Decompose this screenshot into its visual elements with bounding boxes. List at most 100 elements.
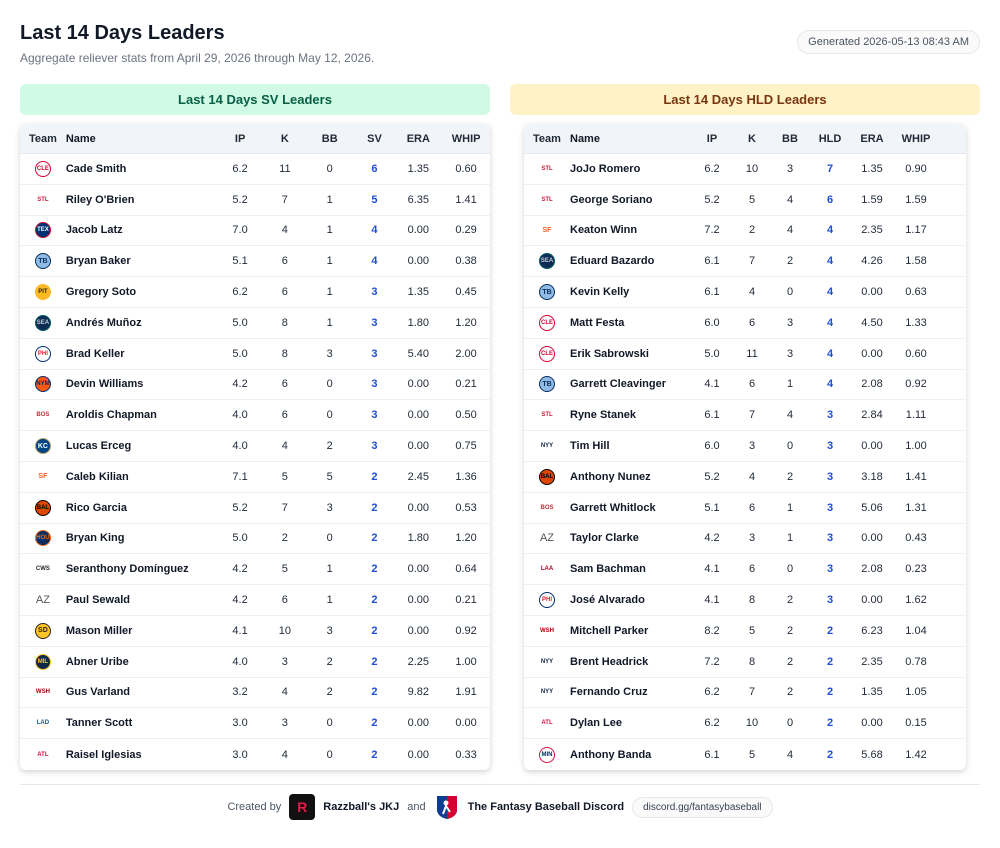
- col-header-bb[interactable]: BB: [770, 133, 810, 145]
- razzball-jkj-brand: Razzball's JKJ: [323, 801, 400, 813]
- table-row[interactable]: AZ Paul Sewald 4.2 6 1 2 0.00 0.21: [20, 585, 490, 616]
- table-row[interactable]: PHI José Alvarado 4.1 8 2 3 0.00 1.62: [524, 585, 966, 616]
- player-name: José Alvarado: [570, 594, 645, 607]
- ip-value: 5.2: [232, 501, 248, 514]
- table-row[interactable]: BOS Aroldis Chapman 4.0 6 0 3 0.00 0.50: [20, 400, 490, 432]
- team-logo-icon: NYM: [34, 376, 51, 393]
- table-row[interactable]: BOS Garrett Whitlock 5.1 6 1 3 5.06 1.31: [524, 493, 966, 524]
- table-row[interactable]: BAL Anthony Nunez 5.2 4 2 3 3.18 1.41: [524, 462, 966, 493]
- col-header-hld[interactable]: HLD: [810, 133, 850, 145]
- hld-value: 3: [826, 440, 834, 453]
- col-header-ip[interactable]: IP: [690, 133, 734, 145]
- bb-value: 2: [786, 255, 794, 268]
- table-row[interactable]: TB Kevin Kelly 6.1 4 0 4 0.00 0.63: [524, 277, 966, 308]
- hld-value: 4: [826, 378, 834, 391]
- table-row[interactable]: CLE Erik Sabrowski 5.0 11 3 4 0.00 0.60: [524, 339, 966, 370]
- col-header-era[interactable]: ERA: [394, 133, 442, 145]
- era-value: 0.00: [407, 748, 429, 761]
- team-cell: PHI: [20, 345, 66, 362]
- table-row[interactable]: ATL Raisel Iglesias 3.0 4 0 2 0.00 0.33: [20, 739, 490, 770]
- whip-value: 0.45: [455, 286, 477, 299]
- player-name: Keaton Winn: [570, 224, 638, 237]
- table-row[interactable]: STL Riley O'Brien 5.2 7 1 5 6.35 1.41: [20, 185, 490, 216]
- team-cell: NYY: [524, 684, 570, 701]
- era-value: 2.35: [861, 224, 883, 237]
- whip-value: 0.75: [455, 440, 477, 453]
- col-header-era[interactable]: ERA: [850, 133, 894, 145]
- k-value: 5: [748, 193, 756, 206]
- ip-value: 6.1: [704, 409, 720, 422]
- whip-value: 0.78: [905, 655, 927, 668]
- col-header-team[interactable]: Team: [20, 133, 66, 145]
- whip-value: 1.41: [455, 193, 477, 206]
- player-name: Raisel Iglesias: [65, 748, 142, 761]
- table-row[interactable]: NYY Brent Headrick 7.2 8 2 2 2.35 0.78: [524, 647, 966, 678]
- sv-leaders-table: Team Name IP K BB SV ERA WHIP CLE Cade Sm…: [20, 124, 490, 770]
- hld-value: 4: [826, 224, 834, 237]
- table-row[interactable]: TB Garrett Cleavinger 4.1 6 1 4 2.08 0.92: [524, 370, 966, 401]
- table-row[interactable]: TB Bryan Baker 5.1 6 1 4 0.00 0.38: [20, 246, 490, 278]
- bb-value: 3: [326, 501, 333, 514]
- team-cell: LAA: [524, 561, 570, 578]
- footer-divider: [20, 784, 980, 785]
- col-header-k[interactable]: K: [734, 133, 770, 145]
- table-row[interactable]: TEX Jacob Latz 7.0 4 1 4 0.00 0.29: [20, 216, 490, 247]
- era-value: 2.35: [861, 655, 883, 668]
- table-row[interactable]: STL George Soriano 5.2 5 4 6 1.59 1.59: [524, 185, 966, 216]
- discord-invite-link[interactable]: discord.gg/fantasybaseball: [632, 796, 773, 818]
- team-cell: NYY: [524, 653, 570, 670]
- bb-value: 4: [786, 748, 794, 761]
- table-row[interactable]: SF Keaton Winn 7.2 2 4 4 2.35 1.17: [524, 216, 966, 247]
- table-row[interactable]: WSH Mitchell Parker 8.2 5 2 2 6.23 1.04: [524, 616, 966, 647]
- table-row[interactable]: SF Caleb Kilian 7.1 5 5 2 2.45 1.36: [20, 462, 490, 493]
- table-row[interactable]: PHI Brad Keller 5.0 8 3 3 5.40 2.00: [20, 339, 490, 370]
- table-row[interactable]: NYY Fernando Cruz 6.2 7 2 2 1.35 1.05: [524, 678, 966, 709]
- table-row[interactable]: MIL Abner Uribe 4.0 3 2 2 2.25 1.00: [20, 647, 490, 678]
- bb-value: 5: [326, 470, 333, 483]
- table-row[interactable]: CWS Seranthony Domínguez 4.2 5 1 2 0.00 0.64: [20, 554, 490, 586]
- col-header-whip[interactable]: WHIP: [894, 133, 938, 145]
- table-row[interactable]: SEA Andrés Muñoz 5.0 8 1 3 1.80 1.20: [20, 308, 490, 339]
- team-cell: HOU: [20, 530, 66, 547]
- table-row[interactable]: CLE Matt Festa 6.0 6 3 4 4.50 1.33: [524, 308, 966, 339]
- table-row[interactable]: KC Lucas Erceg 4.0 4 2 3 0.00 0.75: [20, 431, 490, 462]
- col-header-k[interactable]: K: [265, 133, 305, 145]
- table-row[interactable]: SEA Eduard Bazardo 6.1 7 2 4 4.26 1.58: [524, 246, 966, 278]
- ip-value: 7.1: [232, 470, 248, 483]
- table-row[interactable]: AZ Taylor Clarke 4.2 3 1 3 0.00 0.43: [524, 524, 966, 555]
- k-value: 6: [748, 316, 756, 329]
- era-value: 0.00: [861, 717, 883, 730]
- table-row[interactable]: MIN Anthony Banda 6.1 5 4 2 5.68 1.42: [524, 739, 966, 770]
- table-row[interactable]: STL JoJo Romero 6.2 10 3 7 1.35 0.90: [524, 154, 966, 185]
- col-header-ip[interactable]: IP: [215, 133, 265, 145]
- player-name: Gregory Soto: [65, 286, 137, 299]
- table-row[interactable]: CLE Cade Smith 6.2 11 0 6 1.35 0.60: [20, 154, 490, 185]
- team-cell: KC: [20, 438, 66, 455]
- col-header-bb[interactable]: BB: [305, 133, 355, 145]
- sv-value: 4: [371, 255, 378, 268]
- col-header-whip[interactable]: WHIP: [442, 133, 490, 145]
- table-row[interactable]: PIT Gregory Soto 6.2 6 1 3 1.35 0.45: [20, 277, 490, 308]
- col-header-team[interactable]: Team: [524, 133, 570, 145]
- whip-value: 1.62: [905, 594, 927, 607]
- sv-value: 3: [371, 378, 378, 391]
- table-row[interactable]: WSH Gus Varland 3.2 4 2 2 9.82 1.91: [20, 678, 490, 709]
- table-row[interactable]: STL Ryne Stanek 6.1 7 4 3 2.84 1.11: [524, 400, 966, 432]
- table-row[interactable]: NYY Tim Hill 6.0 3 0 3 0.00 1.00: [524, 431, 966, 462]
- table-row[interactable]: ATL Dylan Lee 6.2 10 0 2 0.00 0.15: [524, 708, 966, 740]
- table-row[interactable]: SD Mason Miller 4.1 10 3 2 0.00 0.92: [20, 616, 490, 647]
- table-row[interactable]: HOU Bryan King 5.0 2 0 2 1.80 1.20: [20, 524, 490, 555]
- col-header-sv[interactable]: SV: [355, 133, 395, 145]
- sv-value: 2: [371, 470, 378, 483]
- team-cell: ATL: [20, 746, 66, 763]
- table-row[interactable]: NYM Devin Williams 4.2 6 0 3 0.00 0.21: [20, 370, 490, 401]
- table-row[interactable]: BAL Rico Garcia 5.2 7 3 2 0.00 0.53: [20, 493, 490, 524]
- table-row[interactable]: LAA Sam Bachman 4.1 6 0 3 2.08 0.23: [524, 554, 966, 586]
- whip-value: 1.20: [455, 316, 477, 329]
- k-value: 5: [281, 563, 288, 576]
- col-header-name[interactable]: Name: [66, 133, 215, 145]
- hld-value: 6: [826, 193, 834, 206]
- table-row[interactable]: LAD Tanner Scott 3.0 3 0 2 0.00 0.00: [20, 708, 490, 740]
- hld-value: 2: [826, 624, 834, 637]
- col-header-name[interactable]: Name: [570, 133, 690, 145]
